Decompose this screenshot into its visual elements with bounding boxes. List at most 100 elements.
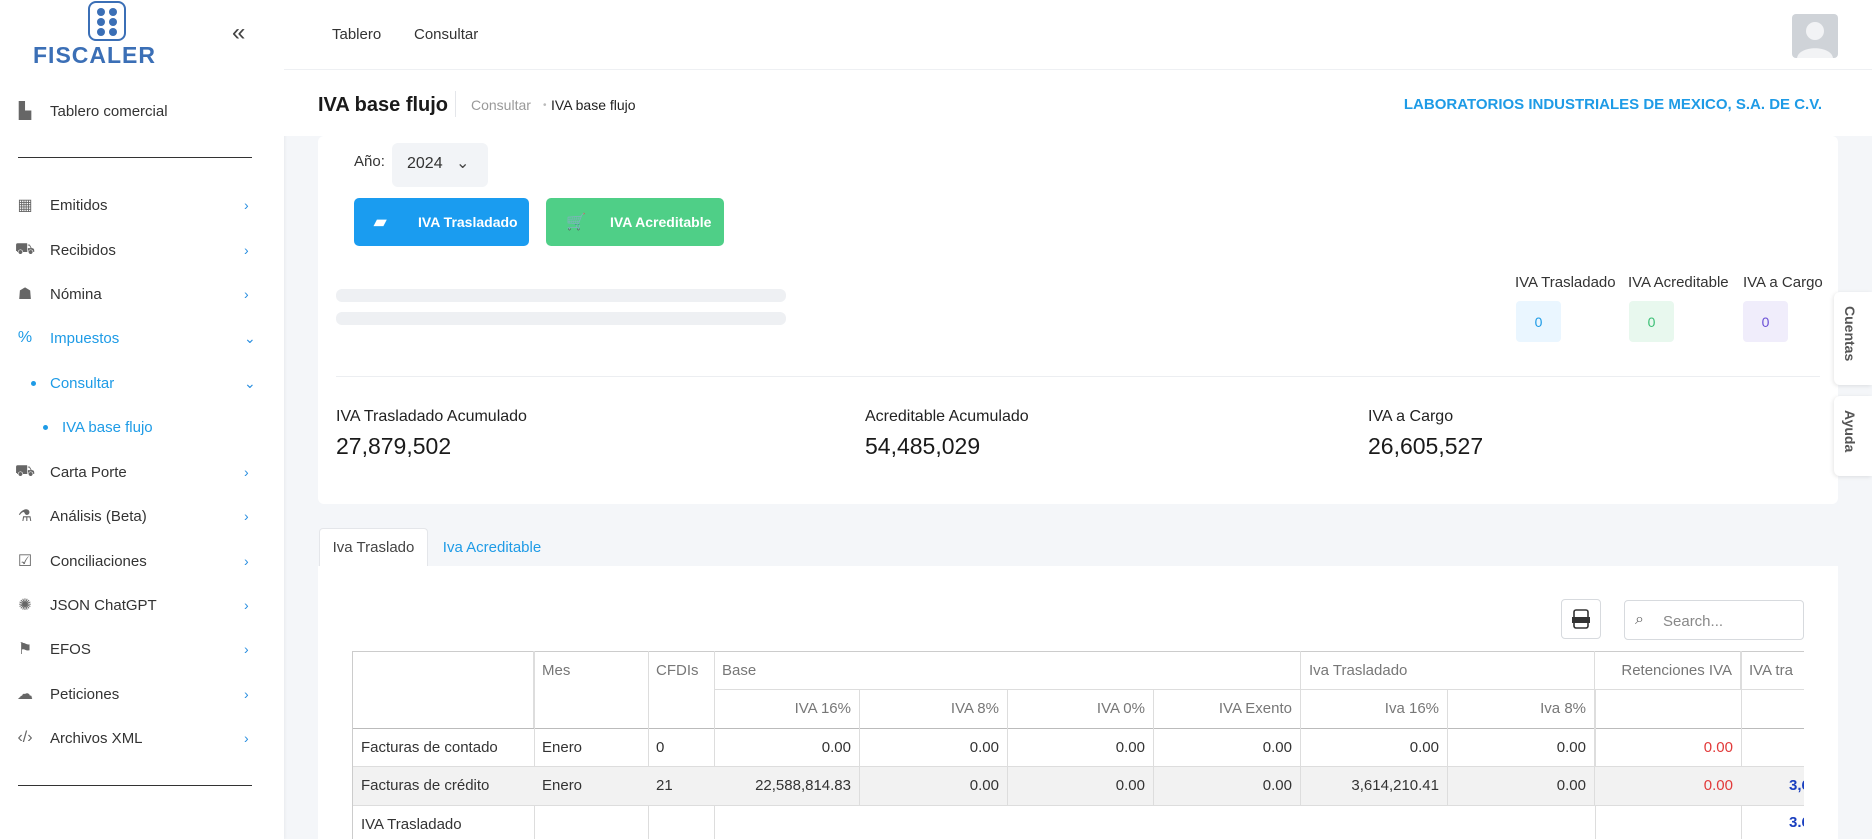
acc-trasladado-label: IVA Trasladado Acumulado: [336, 408, 527, 425]
sidebar-item-conciliaciones[interactable]: ☑ Conciliaciones ›: [0, 541, 284, 581]
subheader-iva-8: Iva 8%: [1448, 689, 1595, 728]
fiscaler-logo[interactable]: FISCALER: [30, 0, 190, 70]
cell-exento: 0.00: [1154, 728, 1301, 766]
side-tab-cuentas[interactable]: Cuentas: [1834, 292, 1872, 385]
check-document-icon: ☑: [17, 553, 33, 570]
year-select[interactable]: 2024 ⌄: [392, 143, 488, 187]
export-csv-button[interactable]: [1561, 599, 1601, 639]
sidebar-item-emitidos[interactable]: ▦ Emitidos ›: [0, 185, 284, 225]
summary-trasladado-label: IVA Trasladado: [1515, 274, 1616, 291]
sidebar-item-label: Conciliaciones: [50, 552, 147, 570]
cell-cfdis: 0: [656, 738, 665, 756]
sidebar-item-carta-porte[interactable]: ⛟ Carta Porte ›: [0, 452, 284, 492]
sidebar-item-iva-base-flujo[interactable]: IVA base flujo: [0, 407, 284, 447]
search-box: ⌕: [1624, 600, 1804, 640]
sidebar-item-label: Archivos XML: [50, 729, 143, 747]
users-icon: ☗: [17, 286, 33, 303]
title-separator: [455, 91, 456, 117]
sidebar-divider: [18, 785, 252, 786]
loading-skeleton: [336, 289, 786, 302]
sidebar-item-label: Carta Porte: [50, 463, 127, 481]
chevron-right-icon: ›: [244, 464, 249, 480]
cell-base16: 0.00: [714, 728, 860, 766]
avatar[interactable]: [1792, 14, 1838, 58]
side-tab-ayuda[interactable]: Ayuda: [1834, 396, 1872, 476]
cell-concepto: IVA Trasladado: [361, 815, 462, 833]
sidebar-item-label: Recibidos: [50, 241, 116, 259]
cell-iva-tra: 3,6: [1789, 777, 1804, 794]
acc-trasladado-value: 27,879,502: [336, 433, 452, 459]
sidebar-item-tablero-comercial[interactable]: ▙ Tablero comercial: [0, 91, 284, 131]
chevron-right-icon: ›: [244, 197, 249, 213]
cart-icon: 🛒: [566, 214, 586, 231]
chevron-right-icon: ›: [244, 286, 249, 302]
chevron-right-icon: ›: [244, 508, 249, 524]
cell-cfdis: 21: [656, 777, 673, 794]
chevron-down-icon: ⌄: [244, 329, 256, 346]
sidebar-item-label: EFOS: [50, 640, 91, 658]
header-iva-tra: IVA tra: [1749, 661, 1793, 679]
side-tab-label: Ayuda: [1842, 410, 1858, 453]
loading-skeleton: [336, 312, 786, 325]
cash-register-icon: ▰: [374, 214, 387, 231]
header-mes: Mes: [542, 661, 571, 679]
topnav-tablero[interactable]: Tablero: [332, 26, 381, 43]
sidebar-item-archivos-xml[interactable]: ‹/› Archivos XML ›: [0, 718, 284, 758]
tab-iva-acreditable[interactable]: Iva Acreditable: [434, 528, 550, 566]
sidebar-item-label: JSON ChatGPT: [50, 596, 157, 614]
chevron-right-icon: ›: [244, 730, 249, 746]
cell-iva16: 0.00: [1301, 728, 1448, 766]
collapse-sidebar-icon[interactable]: «: [232, 21, 252, 45]
header-iva-trasladado: Iva Trasladado: [1301, 651, 1595, 689]
top-bar: Tablero Consultar: [284, 0, 1872, 70]
breadcrumb-consultar[interactable]: Consultar: [471, 97, 531, 113]
chevron-down-icon: ⌄: [244, 374, 256, 391]
summary-acreditable-label: IVA Acreditable: [1628, 274, 1729, 291]
header-base: Base: [714, 651, 1301, 689]
breadcrumb-current: IVA base flujo: [551, 97, 636, 113]
sidebar-item-consultar[interactable]: Consultar ⌄: [0, 363, 284, 403]
button-label: IVA Trasladado: [418, 214, 518, 230]
iva-acreditable-button[interactable]: 🛒 IVA Acreditable: [546, 198, 724, 246]
table-line: [353, 805, 1804, 806]
iva-trasladado-button[interactable]: ▰ IVA Trasladado: [354, 198, 529, 246]
sidebar-item-label: Análisis (Beta): [50, 507, 147, 525]
sidebar-item-efos[interactable]: ⚑ EFOS ›: [0, 629, 284, 669]
cell-concepto: Facturas de contado: [361, 738, 498, 756]
openai-icon: ✺: [18, 597, 32, 614]
topnav-consultar[interactable]: Consultar: [414, 26, 478, 43]
sidebar-item-peticiones[interactable]: ☁ Peticiones ›: [0, 674, 284, 714]
breadcrumb-separator: •: [543, 100, 547, 111]
cell-base8: 0.00: [860, 766, 1008, 805]
logo-text: FISCALER: [33, 42, 156, 68]
cell-mes: Enero: [542, 738, 583, 756]
bullet-icon: [43, 425, 48, 430]
cell-iva8: 0.00: [1448, 766, 1595, 805]
truck-icon: ⛟: [14, 463, 36, 480]
company-name: LABORATORIOS INDUSTRIALES DE MEXICO, S.A…: [1403, 96, 1822, 113]
header-concepto: [353, 651, 534, 728]
sidebar-item-json-chatgpt[interactable]: ✺ JSON ChatGPT ›: [0, 585, 284, 625]
cell-retenciones: 0.00: [1703, 777, 1733, 794]
sidebar-item-recibidos[interactable]: ⛟ Recibidos ›: [0, 230, 284, 270]
subheader-base-0: IVA 0%: [1008, 689, 1154, 728]
cell-base0: 0.00: [1008, 766, 1154, 805]
year-value: 2024: [407, 155, 443, 172]
cell-iva8: 0.00: [1448, 728, 1595, 766]
cell-base0: 0.00: [1008, 728, 1154, 766]
search-input[interactable]: [1663, 610, 1793, 632]
tab-iva-traslado[interactable]: Iva Traslado: [319, 528, 428, 566]
sidebar-divider: [18, 157, 252, 158]
flask-icon: ⚗: [17, 508, 33, 525]
sidebar-item-label: Emitidos: [50, 196, 108, 214]
acc-cargo-value: 26,605,527: [1368, 433, 1484, 459]
sidebar-item-impuestos[interactable]: % Impuestos ⌄: [0, 318, 284, 358]
search-icon: ⌕: [1635, 611, 1644, 628]
sub-header: IVA base flujo Consultar • IVA base fluj…: [284, 70, 1872, 136]
summary-trasladado-badge: 0: [1516, 301, 1561, 342]
cell-base16: 22,588,814.83: [714, 766, 860, 805]
csv-file-icon: [1572, 609, 1590, 629]
sidebar-item-nomina[interactable]: ☗ Nómina ›: [0, 274, 284, 314]
sidebar-item-analisis[interactable]: ⚗ Análisis (Beta) ›: [0, 496, 284, 536]
cell-base8: 0.00: [860, 728, 1008, 766]
